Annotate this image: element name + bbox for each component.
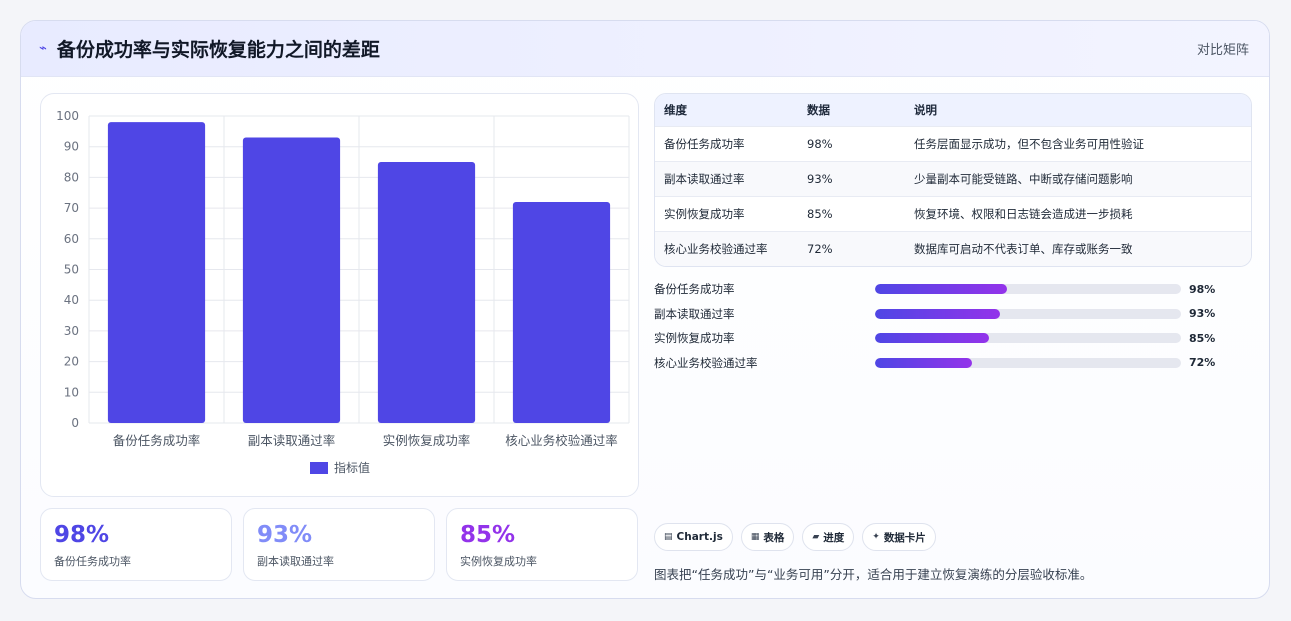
progress-track bbox=[875, 333, 1181, 344]
stat-label: 实例恢复成功率 bbox=[460, 555, 537, 568]
progress-track bbox=[875, 284, 1181, 295]
progress-value: 98% bbox=[1189, 282, 1216, 296]
progress-label: 核心业务校验通过率 bbox=[654, 355, 758, 370]
table-cell: 98% bbox=[807, 125, 914, 161]
stat-card-replica: 93% 副本读取通过率 bbox=[243, 508, 435, 581]
bar-chart: 0 10 20 30 40 50 60 70 80 90 100 备份任务成功率 副本读取通过率 实例恢复… bbox=[56, 109, 630, 475]
footnote: 图表把“任务成功”与“业务可用”分开，适合用于建立恢复演练的分层验收标准。 bbox=[654, 567, 1093, 582]
progress-fill bbox=[875, 284, 1007, 295]
x-tick-label: 核心业务校验通过率 bbox=[505, 433, 618, 448]
tag-label: 表格 bbox=[763, 531, 785, 544]
table-cell: 实例恢复成功率 bbox=[655, 195, 807, 231]
stat-value: 93% bbox=[257, 522, 313, 548]
x-tick-label: 实例恢复成功率 bbox=[383, 433, 471, 448]
stat-card-restore: 85% 实例恢复成功率 bbox=[446, 508, 638, 581]
progress-row: 副本读取通过率 93% bbox=[654, 302, 1254, 327]
progress-value: 72% bbox=[1189, 356, 1216, 370]
bar bbox=[242, 137, 341, 424]
tag-progress[interactable]: ▰ 进度 bbox=[802, 523, 855, 551]
x-tick-label: 副本读取通过率 bbox=[248, 433, 336, 448]
table-cell: 副本读取通过率 bbox=[655, 160, 807, 196]
table-cell: 85% bbox=[807, 195, 914, 231]
table-row: 实例恢复成功率 85% 恢复环境、权限和日志链会造成进一步损耗 bbox=[655, 195, 1251, 231]
y-tick-label: 90 bbox=[64, 140, 79, 154]
table-header-cell: 说明 bbox=[914, 94, 1251, 126]
table-cell: 任务层面显示成功，但不包含业务可用性验证 bbox=[914, 125, 1251, 161]
card-icon: ✦ bbox=[872, 532, 880, 542]
stat-label: 备份任务成功率 bbox=[54, 555, 131, 568]
progress-value: 93% bbox=[1189, 307, 1216, 321]
table-cell: 数据库可启动不代表订单、库存或账务一致 bbox=[914, 230, 1251, 266]
y-tick-label: 60 bbox=[64, 232, 79, 246]
table-header-row: 维度 数据 说明 bbox=[655, 94, 1251, 126]
chart-icon: ▤ bbox=[664, 532, 673, 542]
comparison-table: 维度 数据 说明 备份任务成功率 98% 任务层面显示成功，但不包含业务可用性验… bbox=[654, 93, 1252, 267]
progress-label: 实例恢复成功率 bbox=[654, 331, 735, 346]
progress-label: 备份任务成功率 bbox=[654, 282, 735, 297]
bar bbox=[377, 162, 476, 424]
table-row: 核心业务校验通过率 72% 数据库可启动不代表订单、库存或账务一致 bbox=[655, 230, 1251, 266]
y-tick-label: 10 bbox=[64, 385, 79, 399]
legend-swatch bbox=[310, 462, 328, 474]
progress-value: 85% bbox=[1189, 331, 1216, 345]
comparison-card: ⌁ 备份成功率与实际恢复能力之间的差距 对比矩阵 0 10 20 30 40 50 60 70… bbox=[20, 20, 1270, 599]
progress-fill bbox=[875, 308, 1001, 319]
stat-label: 副本读取通过率 bbox=[257, 555, 334, 568]
x-tick-label: 备份任务成功率 bbox=[113, 433, 201, 448]
bar bbox=[512, 201, 611, 423]
table-cell: 恢复环境、权限和日志链会造成进一步损耗 bbox=[914, 195, 1251, 231]
table-header-cell: 数据 bbox=[807, 94, 914, 126]
stat-value: 98% bbox=[54, 522, 110, 548]
tag-data-card[interactable]: ✦ 数据卡片 bbox=[862, 523, 936, 551]
bar-chart-panel: 0 10 20 30 40 50 60 70 80 90 100 备份任务成功率 副本读取通过率 实例恢复… bbox=[40, 93, 639, 497]
y-tick-label: 70 bbox=[64, 201, 79, 215]
header-badge: 对比矩阵 bbox=[1196, 43, 1249, 58]
card-header: ⌁ 备份成功率与实际恢复能力之间的差距 对比矩阵 bbox=[21, 21, 1269, 77]
progress-fill bbox=[875, 357, 972, 368]
tag-chartjs[interactable]: ▤ Chart.js bbox=[654, 523, 733, 551]
tag-label: 数据卡片 bbox=[883, 531, 926, 544]
progress-row: 备份任务成功率 98% bbox=[654, 277, 1254, 302]
table-cell: 93% bbox=[807, 160, 914, 196]
table-row: 副本读取通过率 93% 少量副本可能受链路、中断或存储问题影响 bbox=[655, 160, 1251, 196]
progress-track bbox=[875, 357, 1181, 368]
progress-fill bbox=[875, 333, 990, 344]
y-tick-label: 20 bbox=[64, 355, 79, 369]
progress-icon: ▰ bbox=[812, 532, 820, 542]
progress-row: 核心业务校验通过率 72% bbox=[654, 351, 1254, 376]
stat-value: 85% bbox=[460, 522, 516, 548]
progress-track bbox=[875, 308, 1181, 319]
table-cell: 少量副本可能受链路、中断或存储问题影响 bbox=[914, 160, 1251, 196]
table-cell: 备份任务成功率 bbox=[655, 125, 807, 161]
progress-row: 实例恢复成功率 85% bbox=[654, 326, 1254, 351]
page-title: 备份成功率与实际恢复能力之间的差距 bbox=[56, 39, 380, 61]
table-row: 备份任务成功率 98% 任务层面显示成功，但不包含业务可用性验证 bbox=[655, 125, 1251, 161]
table-header-cell: 维度 bbox=[655, 94, 807, 126]
table-cell: 核心业务校验通过率 bbox=[655, 230, 807, 266]
tag-list: ▤ Chart.js ▦ 表格 ▰ 进度 ✦ 数据卡片 bbox=[654, 523, 936, 551]
progress-list: 备份任务成功率 98% 副本读取通过率 93% 实例恢复成功率 85% 核心业务… bbox=[654, 277, 1254, 375]
y-tick-label: 40 bbox=[64, 293, 79, 307]
tag-label: 进度 bbox=[823, 531, 845, 544]
y-tick-label: 100 bbox=[56, 109, 79, 123]
y-tick-label: 50 bbox=[64, 263, 79, 277]
trend-icon: ⌁ bbox=[39, 41, 47, 56]
legend-label: 指标值 bbox=[334, 460, 370, 475]
tag-table[interactable]: ▦ 表格 bbox=[740, 523, 795, 551]
table-icon: ▦ bbox=[750, 532, 760, 542]
table-cell: 72% bbox=[807, 230, 914, 266]
y-tick-label: 0 bbox=[71, 416, 79, 430]
tag-label: Chart.js bbox=[676, 531, 723, 543]
y-tick-label: 30 bbox=[64, 324, 79, 338]
y-tick-label: 80 bbox=[64, 170, 79, 184]
stat-card-backup: 98% 备份任务成功率 bbox=[40, 508, 232, 581]
bar bbox=[107, 122, 206, 423]
progress-label: 副本读取通过率 bbox=[654, 306, 735, 321]
